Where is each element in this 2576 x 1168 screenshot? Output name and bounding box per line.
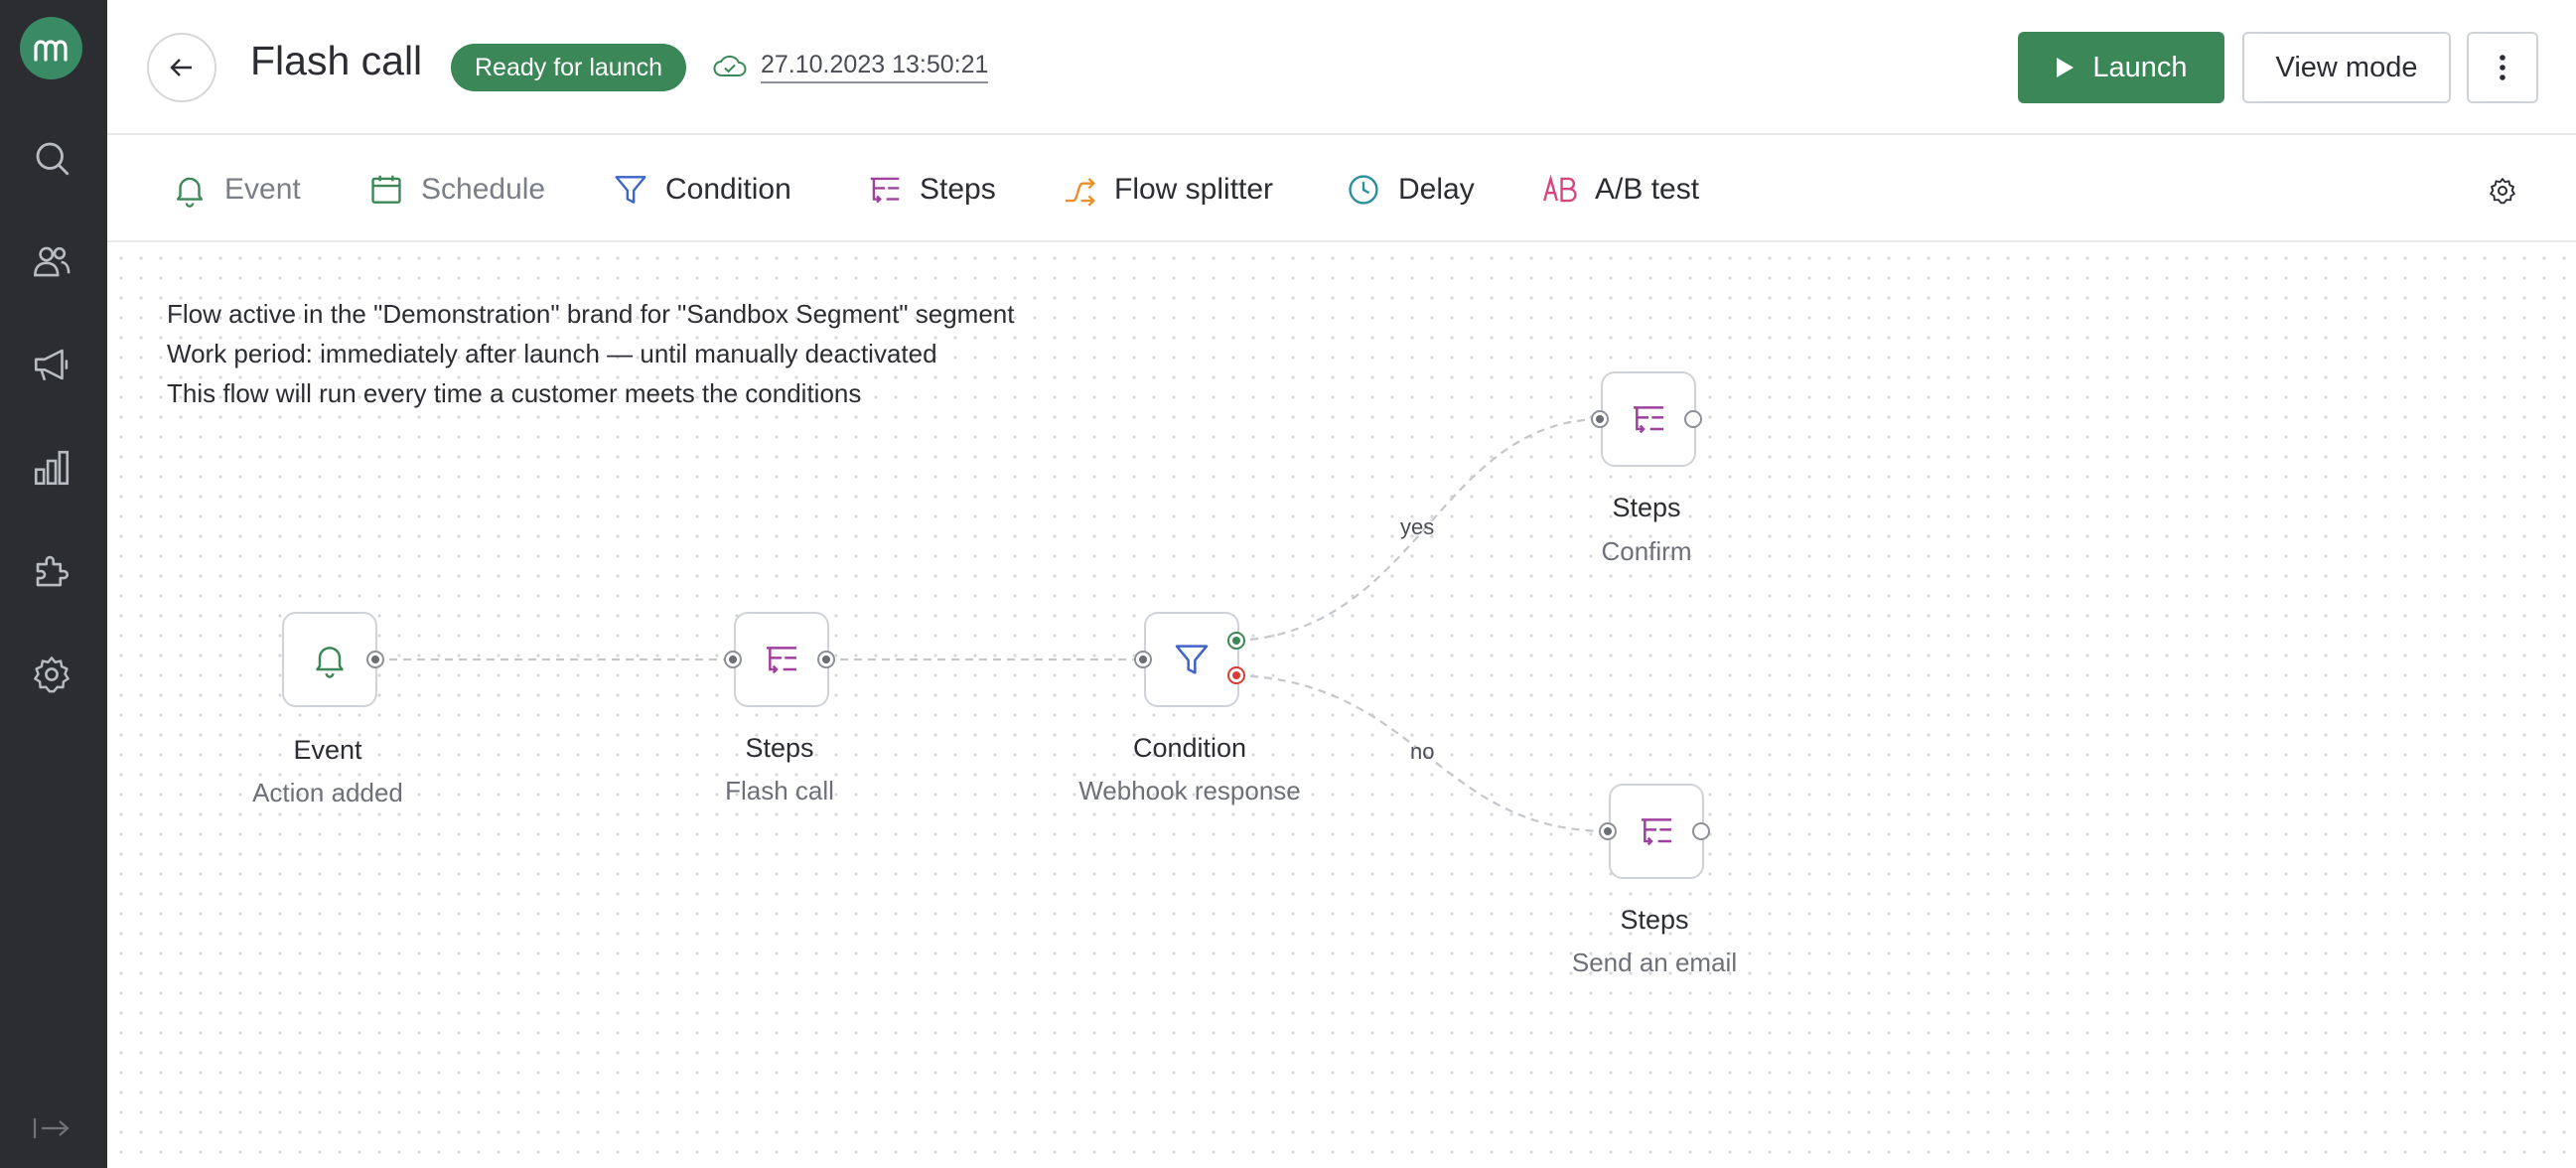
- node-steps-flash-call-input-port[interactable]: [724, 651, 742, 668]
- view-mode-button[interactable]: View mode: [2242, 32, 2451, 103]
- sidebar-customers[interactable]: [27, 236, 76, 286]
- sidebar-analytics[interactable]: [27, 443, 76, 493]
- tool-condition-label: Condition: [665, 173, 791, 206]
- megaphone-icon: [34, 349, 69, 381]
- clock-icon: [1349, 175, 1378, 205]
- saved-timestamp[interactable]: 27.10.2023 13:50:21: [761, 48, 989, 83]
- search-icon: [36, 142, 70, 176]
- node-event-title: Event: [293, 735, 362, 765]
- save-state: 27.10.2023 13:50:21: [713, 48, 989, 83]
- node-event[interactable]: [282, 612, 377, 707]
- funnel-icon: [1175, 645, 1209, 674]
- flow-header: Flash call Ready for launch 27.10.2023 1…: [107, 0, 2576, 135]
- sidebar-settings[interactable]: [27, 650, 76, 699]
- users-icon: [34, 246, 71, 277]
- more-vertical-icon: [2500, 55, 2505, 80]
- node-steps-send-email-subtitle: Send an email: [1571, 948, 1738, 977]
- sidebar: [0, 0, 107, 1168]
- expand-arrow-icon: [33, 1118, 70, 1138]
- ab-icon: [1543, 174, 1577, 203]
- back-button[interactable]: [147, 33, 216, 102]
- canvas-settings-button[interactable]: [2483, 171, 2522, 211]
- node-steps-send-email-title: Steps: [1620, 905, 1689, 935]
- sidebar-expand-button[interactable]: [30, 1110, 73, 1146]
- tool-schedule[interactable]: Schedule: [367, 167, 545, 213]
- launch-label: Launch: [2092, 51, 2188, 83]
- node-event-subtitle: Action added: [252, 778, 403, 807]
- node-condition-subtitle: Webhook response: [1078, 776, 1301, 805]
- node-steps-flash-call-title: Steps: [745, 733, 814, 763]
- node-steps-confirm-subtitle: Confirm: [1601, 536, 1692, 566]
- edge-label-yes: yes: [1400, 514, 1435, 539]
- tool-delay-label: Delay: [1398, 173, 1475, 206]
- flow-canvas[interactable]: Flow active in the "Demonstration" brand…: [107, 244, 2576, 1168]
- steps-icon: [767, 647, 796, 674]
- node-condition-yes-port[interactable]: [1227, 632, 1245, 650]
- arrow-left-icon: [170, 59, 192, 76]
- tool-flow-splitter[interactable]: Flow splitter: [1061, 167, 1273, 213]
- puzzle-icon: [36, 555, 70, 587]
- node-steps-flash-call[interactable]: [734, 612, 829, 707]
- node-steps-confirm[interactable]: [1601, 371, 1696, 467]
- gear-icon: [2490, 178, 2515, 205]
- steps-icon: [1634, 406, 1663, 434]
- node-steps-flash-call-subtitle: Flash call: [725, 776, 834, 805]
- node-condition-no-port[interactable]: [1227, 666, 1245, 684]
- tool-condition[interactable]: Condition: [612, 167, 791, 213]
- node-steps-send-email-output-port[interactable]: [1692, 822, 1710, 840]
- launch-button[interactable]: Launch: [2018, 32, 2224, 103]
- flow-connections: [375, 417, 1608, 833]
- node-steps-confirm-input-port[interactable]: [1591, 410, 1609, 428]
- block-toolbar: Event Schedule Condition Steps Flow spli…: [107, 137, 2576, 242]
- tool-ab-test-label: A/B test: [1595, 173, 1700, 206]
- node-condition-title: Condition: [1132, 733, 1247, 763]
- more-options-button[interactable]: [2467, 32, 2538, 103]
- tool-schedule-label: Schedule: [421, 173, 546, 206]
- page-title: Flash call: [250, 38, 423, 83]
- tool-flow-splitter-label: Flow splitter: [1114, 173, 1274, 206]
- tool-ab-test[interactable]: A/B test: [1541, 167, 1699, 213]
- funnel-icon: [615, 176, 646, 204]
- node-event-output-port[interactable]: [366, 651, 384, 668]
- tool-event-label: Event: [224, 173, 301, 206]
- bell-icon: [176, 177, 204, 208]
- gear-icon: [34, 657, 70, 693]
- status-badge: Ready for launch: [451, 44, 687, 91]
- node-steps-confirm-output-port[interactable]: [1684, 410, 1702, 428]
- node-condition[interactable]: [1144, 612, 1239, 707]
- sidebar-campaigns[interactable]: [27, 340, 76, 389]
- edge-label-no: no: [1410, 739, 1435, 764]
- steps-icon: [870, 177, 900, 204]
- analytics-icon: [34, 450, 70, 486]
- sidebar-search[interactable]: [27, 133, 76, 183]
- tool-steps-label: Steps: [920, 173, 996, 206]
- splitter-icon: [1065, 178, 1095, 207]
- steps-icon: [1642, 818, 1671, 846]
- cloud-check-icon: [713, 55, 747, 76]
- node-condition-input-port[interactable]: [1134, 651, 1152, 668]
- node-steps-send-email[interactable]: [1609, 784, 1704, 879]
- mindbox-logo-icon: [33, 39, 68, 62]
- tool-delay[interactable]: Delay: [1345, 167, 1475, 213]
- calendar-icon: [371, 175, 401, 204]
- app-logo[interactable]: [20, 17, 82, 79]
- node-steps-confirm-title: Steps: [1612, 493, 1681, 522]
- tool-event[interactable]: Event: [171, 167, 301, 213]
- play-icon: [2057, 58, 2075, 77]
- tool-steps[interactable]: Steps: [866, 167, 996, 213]
- sidebar-integrations[interactable]: [27, 546, 76, 596]
- node-steps-send-email-input-port[interactable]: [1599, 822, 1617, 840]
- bell-icon: [316, 647, 344, 678]
- node-steps-flash-call-output-port[interactable]: [817, 651, 835, 668]
